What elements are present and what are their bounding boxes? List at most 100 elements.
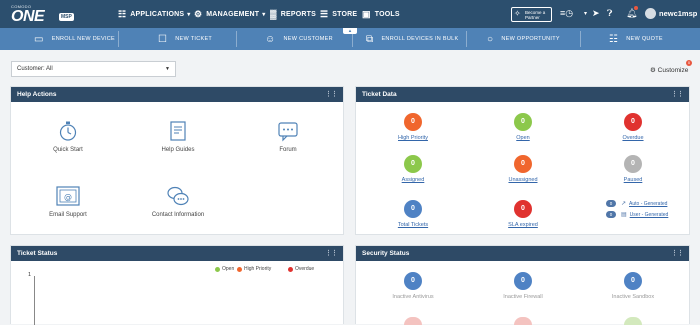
stat-count: 0	[404, 200, 422, 218]
user-name[interactable]: newc1msp	[659, 9, 697, 18]
forum-label: Forum	[279, 147, 297, 153]
chevron-down-icon: ▼	[165, 66, 170, 72]
gear-icon: ⚙	[194, 8, 203, 19]
stat-label: Inactive Firewall	[503, 294, 543, 300]
ticket-stat-paused[interactable]: 0 Paused	[588, 155, 678, 183]
ticket-stat-sla-expired[interactable]: 0 SLA expired	[478, 200, 568, 228]
stat-label[interactable]: Assigned	[368, 177, 458, 183]
toolbox-icon: ▣	[362, 8, 371, 19]
legend-dot	[237, 266, 242, 272]
user-generated-label[interactable]: User - Generated	[630, 212, 669, 218]
panel-header: Security Status ⋮⋮	[356, 246, 689, 261]
new-ticket-button[interactable]: ☐ NEW TICKET	[158, 28, 212, 50]
customize-badge: 0	[686, 60, 692, 66]
panel-title: Help Actions	[17, 91, 57, 98]
help-icon[interactable]: ❓︎	[607, 8, 612, 19]
nav-management-label: MANAGEMENT	[206, 10, 260, 18]
security-stat-firewall[interactable]: 0 Inactive Firewall	[478, 272, 568, 300]
panel-title: Security Status	[362, 250, 410, 257]
nav-applications[interactable]: ☷ APPLICATIONS ▾	[118, 0, 191, 28]
nav-reports[interactable]: ▓ REPORTS	[270, 0, 316, 28]
new-customer-button[interactable]: ☺ NEW CUSTOMER	[265, 28, 333, 50]
stat-label: Inactive Antivirus	[392, 294, 434, 300]
new-opportunity-button[interactable]: ○ NEW OPPORTUNITY	[487, 28, 560, 50]
help-guides-label: Help Guides	[161, 147, 195, 153]
user-generated-link[interactable]: 0 ▤ User - Generated	[606, 211, 668, 218]
email-support-item[interactable]: @ Email Support	[23, 185, 113, 218]
grid-icon: ☷	[118, 8, 127, 19]
become-partner-button[interactable]: ✧ Become a Partner	[511, 7, 552, 22]
nav-reports-label: REPORTS	[280, 10, 317, 18]
y-axis-line	[34, 276, 35, 325]
document-icon: ☷	[609, 33, 619, 45]
nav-store[interactable]: ☰ STORE	[320, 0, 357, 28]
comodo-one-logo[interactable]: COMODO ONE MSP	[11, 4, 81, 26]
contact-information-item[interactable]: Contact Information	[133, 185, 223, 218]
enroll-devices-bulk-label: ENROLL DEVICES IN BULK	[381, 36, 459, 42]
ticket-stat-overdue[interactable]: 0 Overdue	[588, 113, 678, 141]
user-generated-count: 0	[606, 211, 616, 218]
auto-generated-label[interactable]: Auto - Generated	[629, 201, 667, 207]
drag-handle-icon[interactable]: ⋮⋮	[671, 90, 684, 98]
stat-label[interactable]: Open	[478, 135, 568, 141]
security-stat-sandbox[interactable]: 0 Inactive Sandbox	[588, 272, 678, 300]
handshake-icon: ✧	[514, 9, 521, 18]
stat-label[interactable]: Unassigned	[478, 177, 568, 183]
auto-generated-link[interactable]: 0 ↗ Auto - Generated	[606, 200, 667, 207]
customer-select-value: Customer: All	[17, 66, 53, 72]
rocket-icon[interactable]: ➤	[592, 8, 600, 19]
legend-overdue[interactable]: Overdue	[288, 266, 314, 272]
customer-select[interactable]: Customer: All ▼	[11, 61, 176, 77]
customize-button[interactable]: ⚙ Customize	[650, 66, 688, 74]
drag-handle-icon[interactable]: ⋮⋮	[325, 90, 338, 98]
legend-open[interactable]: Open	[215, 266, 234, 272]
legend-label: Open	[222, 266, 235, 272]
nav-management[interactable]: ⚙ MANAGEMENT ▾	[194, 0, 265, 28]
quick-start-item[interactable]: Quick Start	[23, 120, 113, 153]
stat-label[interactable]: High Priority	[368, 135, 458, 141]
partner-line2: Partner	[525, 15, 540, 20]
divider	[118, 31, 119, 47]
ticket-stat-open[interactable]: 0 Open	[478, 113, 568, 141]
bar-chart-icon: ▓	[270, 9, 277, 19]
stat-count: 0	[514, 272, 532, 290]
legend-high-priority[interactable]: High Priority	[237, 266, 271, 272]
svg-text:@: @	[64, 193, 72, 202]
stat-count: 0	[624, 155, 642, 173]
ticket-stat-assigned[interactable]: 0 Assigned	[368, 155, 458, 183]
panel-header: Ticket Data ⋮⋮	[356, 87, 689, 102]
new-quote-button[interactable]: ☷ NEW QUOTE	[609, 28, 663, 50]
bookmark-icon: ☐	[158, 33, 168, 45]
nav-tools[interactable]: ▣ TOOLS	[362, 0, 400, 28]
forum-item[interactable]: Forum	[243, 120, 333, 153]
stat-label[interactable]: SLA expired	[478, 222, 568, 228]
doc-icon: ▤	[621, 212, 627, 218]
logo-badge: MSP	[59, 13, 74, 21]
avatar[interactable]	[645, 8, 656, 19]
monitor-icon: ▭	[34, 33, 44, 45]
stat-label[interactable]: Overdue	[588, 135, 678, 141]
ticket-stat-total-tickets[interactable]: 0 Total Tickets	[368, 200, 458, 228]
lightbulb-icon: ○	[487, 33, 494, 45]
ticket-stat-unassigned[interactable]: 0 Unassigned	[478, 155, 568, 183]
history-icon[interactable]: ≡◷	[560, 8, 573, 19]
top-navigation-bar: COMODO ONE MSP ☷ APPLICATIONS ▾ ⚙ MANAGE…	[0, 0, 700, 28]
stat-count: 0	[404, 113, 422, 131]
ticket-stat-high-priority[interactable]: 0 High Priority	[368, 113, 458, 141]
chat-bubble-icon	[278, 122, 298, 142]
stat-label[interactable]: Paused	[588, 177, 678, 183]
help-guides-item[interactable]: Help Guides	[133, 120, 223, 153]
enroll-new-device-button[interactable]: ▭ ENROLL NEW DEVICE	[34, 28, 115, 50]
drag-handle-icon[interactable]: ⋮⋮	[671, 249, 684, 257]
drag-handle-icon[interactable]: ⋮⋮	[325, 249, 338, 257]
y-axis-tick: 1	[28, 272, 32, 278]
collapse-toggle[interactable]: ▴	[343, 28, 357, 34]
panel-title: Ticket Status	[17, 250, 58, 257]
stat-label[interactable]: Total Tickets	[368, 222, 458, 228]
cart-icon: ☰	[320, 8, 329, 19]
ticket-data-panel: Ticket Data ⋮⋮ 0 High Priority 0 Open 0 …	[355, 86, 690, 235]
security-stat-antivirus[interactable]: 0 Inactive Antivirus	[368, 272, 458, 300]
email-support-label: Email Support	[49, 212, 87, 218]
panel-header: Help Actions ⋮⋮	[11, 87, 343, 102]
enroll-devices-bulk-button[interactable]: ⧉ ENROLL DEVICES IN BULK	[366, 28, 458, 50]
